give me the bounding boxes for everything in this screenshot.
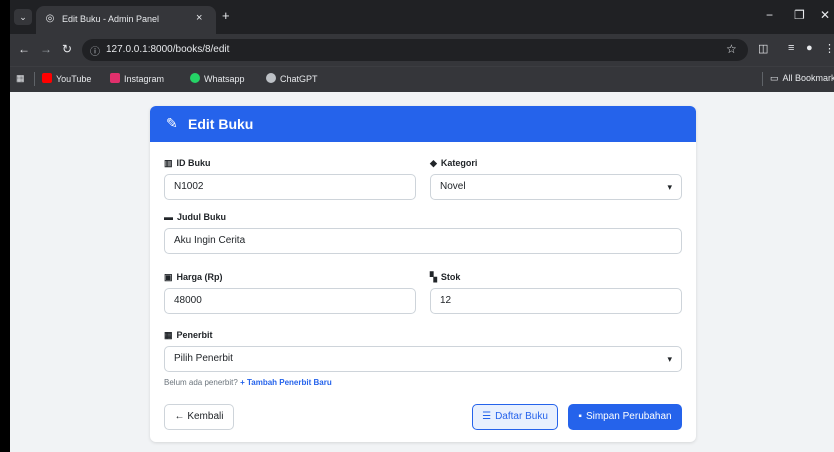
minimize-icon[interactable]: − <box>766 8 773 22</box>
money-icon: ▣ <box>164 272 173 282</box>
page-content: ✎ Edit Buku ▥ ID Buku N1002 ◆ Kategori Nov… <box>10 92 834 452</box>
site-info-icon[interactable]: ⓘ <box>90 43 100 58</box>
penerbit-select[interactable]: Pilih Penerbit ▾ <box>164 346 682 372</box>
tab-edit-buku[interactable]: ◎ Edit Buku - Admin Panel × <box>36 6 216 34</box>
profile-avatar-icon[interactable]: ● <box>806 42 813 54</box>
edit-book-card: ✎ Edit Buku ▥ ID Buku N1002 ◆ Kategori Nov… <box>150 106 696 442</box>
page-title: Edit Buku <box>188 116 254 132</box>
save-changes-button[interactable]: ▪ Simpan Perubahan <box>568 404 682 430</box>
stok-label: ▚ Stok <box>430 272 461 282</box>
globe-icon: ◎ <box>45 13 55 24</box>
back-button[interactable]: ← Kembali <box>164 404 234 430</box>
tab-bar: ⌄ ◎ Edit Buku - Admin Panel × + − ❐ ✕ <box>10 0 834 34</box>
harga-label: ▣ Harga (Rp) <box>164 272 223 282</box>
apps-grid-icon[interactable]: ▦ <box>16 73 25 84</box>
tab-search-icon[interactable]: ⌄ <box>14 9 32 25</box>
tab-title: Edit Buku - Admin Panel <box>62 14 160 24</box>
penerbit-helper: Belum ada penerbit? + Tambah Penerbit Ba… <box>164 378 332 387</box>
browser-chrome: ⌄ ◎ Edit Buku - Admin Panel × + − ❐ ✕ ← … <box>10 0 834 92</box>
chatgpt-icon <box>266 73 276 83</box>
new-tab-button[interactable]: + <box>222 8 230 23</box>
save-icon: ▪ <box>578 411 582 422</box>
chevron-down-icon: ▾ <box>667 354 672 364</box>
judul-buku-label: ▬ Judul Buku <box>164 212 226 222</box>
forward-arrow-icon[interactable]: → <box>40 42 52 56</box>
bookmark-star-icon[interactable]: ☆ <box>726 42 737 56</box>
bookmark-whatsapp[interactable]: Whatsapp <box>190 73 245 84</box>
url-text: 127.0.0.1:8000/books/8/edit <box>106 44 230 55</box>
reading-list-icon[interactable]: ≡ <box>788 42 794 54</box>
bookmark-chatgpt[interactable]: ChatGPT <box>266 73 318 84</box>
chevron-down-icon: ▾ <box>667 182 672 192</box>
close-window-icon[interactable]: ✕ <box>820 8 830 22</box>
bookmark-instagram[interactable]: Instagram <box>110 73 164 84</box>
tab-close-icon[interactable]: × <box>196 12 202 24</box>
book-list-button[interactable]: ☰ Daftar Buku <box>472 404 558 430</box>
harga-input[interactable]: 48000 <box>164 288 416 314</box>
bookmarks-bar: ▦ YouTube Instagram Whatsapp ChatGPT ▭ Al… <box>10 66 834 92</box>
restore-icon[interactable]: ❐ <box>794 8 805 22</box>
tag-icon: ◆ <box>430 158 437 168</box>
youtube-icon <box>42 73 52 83</box>
judul-buku-input[interactable]: Aku Ingin Cerita <box>164 228 682 254</box>
kategori-select[interactable]: Novel ▾ <box>430 174 682 200</box>
list-icon: ☰ <box>482 411 492 422</box>
add-publisher-link[interactable]: + Tambah Penerbit Baru <box>240 378 332 387</box>
browser-window: ⌄ ◎ Edit Buku - Admin Panel × + − ❐ ✕ ← … <box>0 0 834 452</box>
reload-icon[interactable]: ↻ <box>62 42 72 56</box>
whatsapp-icon <box>190 73 200 83</box>
id-buku-label: ▥ ID Buku <box>164 158 211 168</box>
penerbit-label: ▦ Penerbit <box>164 330 213 340</box>
window-edge <box>0 0 10 452</box>
bookmarks-divider <box>34 72 35 86</box>
instagram-icon <box>110 73 120 83</box>
bookmark-youtube[interactable]: YouTube <box>42 73 91 84</box>
extensions-icon[interactable]: ◫ <box>758 42 768 55</box>
all-bookmarks[interactable]: ▭All Bookmarks <box>770 73 834 84</box>
book-icon: ▬ <box>164 212 173 222</box>
building-icon: ▦ <box>164 330 173 340</box>
kategori-label: ◆ Kategori <box>430 158 478 168</box>
back-arrow-icon[interactable]: ← <box>18 42 30 56</box>
bookmarks-divider-right <box>762 72 763 86</box>
boxes-icon: ▚ <box>430 272 437 282</box>
barcode-icon: ▥ <box>164 158 173 168</box>
card-header: ✎ Edit Buku <box>150 106 696 142</box>
browser-toolbar: ← → ↻ ⓘ 127.0.0.1:8000/books/8/edit ☆ ◫ … <box>10 34 834 66</box>
address-bar[interactable]: ⓘ 127.0.0.1:8000/books/8/edit ☆ <box>82 39 748 61</box>
menu-icon[interactable]: ⋮ <box>824 42 834 55</box>
stok-input[interactable]: 12 <box>430 288 682 314</box>
id-buku-input[interactable]: N1002 <box>164 174 416 200</box>
folder-icon: ▭ <box>770 73 779 83</box>
edit-icon: ✎ <box>166 115 178 131</box>
